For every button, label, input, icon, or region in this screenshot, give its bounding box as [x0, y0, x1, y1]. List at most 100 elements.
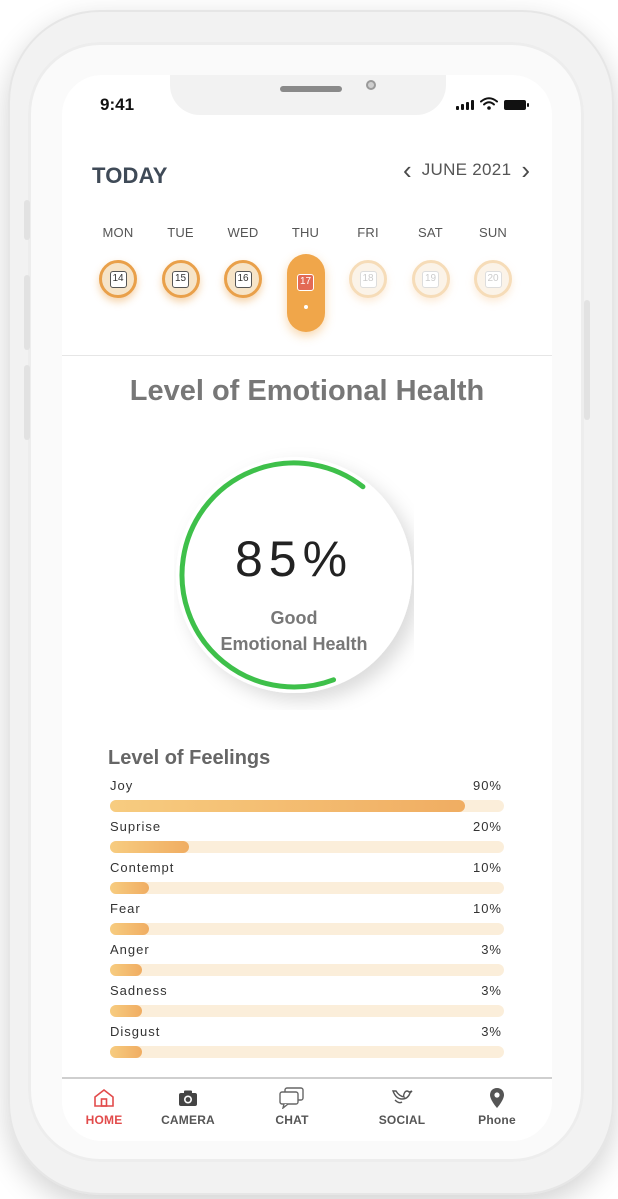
day-bubble[interactable]: 18 — [349, 260, 387, 298]
feeling-percent: 10% — [472, 901, 502, 916]
feeling-bar-fill — [110, 1046, 142, 1058]
chat-icon — [252, 1087, 332, 1109]
feeling-percent: 20% — [472, 819, 502, 834]
day-name: SUN — [478, 225, 508, 240]
calendar-date-icon: 20 — [484, 270, 502, 288]
day-thu[interactable]: THU 17 — [284, 225, 328, 332]
day-bubble[interactable]: 17 — [286, 254, 325, 332]
feeling-name: Fear — [110, 901, 141, 916]
day-tue[interactable]: TUE 15 — [159, 225, 203, 298]
month-label: JUNE 2021 — [421, 160, 512, 179]
feeling-name: Suprise — [110, 819, 162, 834]
bird-icon — [362, 1087, 442, 1109]
divider — [62, 355, 552, 356]
home-icon — [64, 1087, 144, 1109]
week-strip: MON 14 TUE 15 WED 16 THU 17 FRI 18 SAT 19 SUN 20 — [96, 225, 536, 355]
tab-label: SOCIAL — [378, 1113, 426, 1127]
day-bubble[interactable]: 19 — [411, 260, 450, 298]
bottom-tab-bar: HOME CAMERA CHAT SOCIAL Phone — [62, 1077, 552, 1141]
day-bubble[interactable]: 14 — [99, 260, 137, 298]
feeling-percent: 10% — [472, 860, 502, 875]
calendar-date-icon: 17 — [297, 274, 314, 291]
app-screen: 9:41 TODAY ‹ JUNE 2021 › MON 14 TUE 15 WED 16… — [62, 75, 552, 1141]
tab-chat[interactable]: CHAT — [252, 1087, 332, 1127]
feeling-bar-fill — [110, 1005, 142, 1017]
calendar-date-icon: 19 — [422, 270, 439, 288]
location-pin-icon — [457, 1087, 537, 1109]
tab-phone[interactable]: Phone — [457, 1087, 537, 1127]
emotional-health-gauge: 85% Good Emotional Health — [174, 440, 414, 710]
feeling-bar-track — [110, 1046, 504, 1058]
emotional-health-status-line2: Emotional Health — [220, 634, 368, 654]
status-icons — [456, 97, 529, 110]
feeling-percent: 3% — [481, 1024, 502, 1039]
feeling-row-disgust: Disgust 3% — [108, 1024, 504, 1065]
feeling-percent: 3% — [481, 942, 502, 957]
day-sun[interactable]: SUN 20 — [471, 225, 515, 298]
day-name: MON — [102, 225, 134, 240]
feeling-percent: 3% — [481, 983, 502, 998]
tab-social[interactable]: SOCIAL — [362, 1087, 442, 1127]
feeling-row-joy: Joy 90% — [108, 778, 504, 819]
side-button-power — [584, 300, 590, 420]
feeling-name: Disgust — [110, 1024, 161, 1039]
calendar-date-icon: 15 — [172, 270, 189, 288]
feeling-name: Anger — [110, 942, 150, 957]
feeling-row-suprise: Suprise 20% — [108, 819, 504, 860]
feeling-name: Sadness — [110, 983, 168, 998]
feeling-row-sadness: Sadness 3% — [108, 983, 504, 1024]
side-button-silent — [24, 200, 30, 240]
tab-camera[interactable]: CAMERA — [148, 1087, 228, 1127]
calendar-date-icon: 16 — [234, 270, 252, 288]
feeling-bar-track — [110, 1005, 504, 1017]
page-title: TODAY — [92, 163, 168, 188]
calendar-date-icon: 18 — [359, 270, 377, 288]
day-bubble[interactable]: 15 — [161, 260, 200, 298]
feelings-list: Joy 90% Suprise 20% Contempt 10% Fear 10% Anger 3… — [108, 778, 504, 1065]
feeling-percent: 90% — [472, 778, 502, 793]
tab-label: HOME — [85, 1113, 123, 1127]
feeling-bar-track — [110, 841, 504, 853]
day-name: THU — [291, 225, 320, 240]
feeling-row-anger: Anger 3% — [108, 942, 504, 983]
feelings-title: Level of Feelings — [108, 747, 271, 769]
tab-label: Phone — [478, 1113, 516, 1127]
day-wed[interactable]: WED 16 — [221, 225, 265, 298]
feeling-bar-track — [110, 882, 504, 894]
speaker — [280, 86, 342, 92]
status-time: 9:41 — [100, 95, 135, 114]
feeling-bar-fill — [110, 800, 465, 812]
day-name: FRI — [357, 225, 379, 240]
feeling-bar-fill — [110, 882, 150, 894]
day-bubble[interactable]: 16 — [224, 260, 262, 298]
feeling-name: Contempt — [110, 860, 175, 875]
feeling-row-fear: Fear 10% — [108, 901, 504, 942]
battery-icon — [504, 100, 529, 110]
feeling-bar-fill — [110, 923, 150, 935]
feeling-bar-track — [110, 800, 504, 812]
tab-label: CAMERA — [161, 1113, 215, 1127]
front-camera — [366, 80, 376, 90]
day-bubble[interactable]: 20 — [474, 260, 512, 298]
emotional-health-status-line1: Good — [270, 608, 318, 628]
feeling-name: Joy — [110, 778, 134, 793]
side-button-volume-down — [24, 365, 30, 440]
emotional-health-percent: 85% — [234, 531, 354, 587]
day-name: TUE — [167, 225, 194, 240]
chevron-left-icon[interactable]: ‹ — [403, 157, 412, 183]
cellular-signal-icon — [456, 100, 474, 110]
selected-dot-indicator — [303, 305, 308, 309]
feeling-row-contempt: Contempt 10% — [108, 860, 504, 901]
day-mon[interactable]: MON 14 — [96, 225, 140, 298]
day-name: SAT — [418, 225, 443, 240]
feeling-bar-track — [110, 964, 504, 976]
day-fri[interactable]: FRI 18 — [346, 225, 390, 298]
feeling-bar-fill — [110, 964, 142, 976]
day-sat[interactable]: SAT 19 — [409, 225, 453, 298]
calendar-date-icon: 14 — [109, 270, 127, 288]
tab-home[interactable]: HOME — [64, 1087, 144, 1127]
chevron-right-icon[interactable]: › — [521, 157, 530, 183]
tab-label: CHAT — [275, 1113, 309, 1127]
feeling-bar-track — [110, 923, 504, 935]
day-name: WED — [227, 225, 259, 240]
